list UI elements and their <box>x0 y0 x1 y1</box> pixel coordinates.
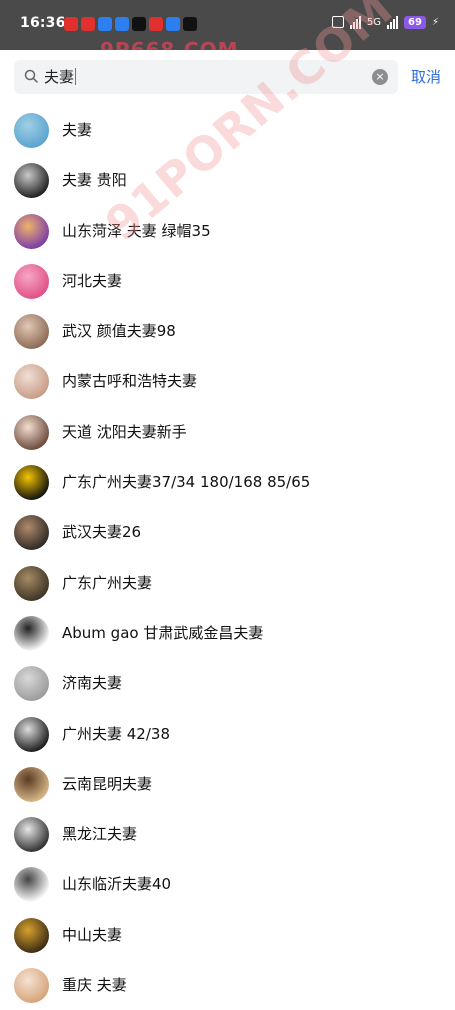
avatar <box>14 565 49 601</box>
contact-name: 云南昆明夫妻 <box>62 774 153 793</box>
contact-name: 广州夫妻 42/38 <box>62 724 170 743</box>
list-item[interactable]: 内蒙古呼和浩特夫妻 <box>0 356 455 406</box>
list-item[interactable]: 济南夫妻 <box>0 658 455 708</box>
search-results-list: 夫妻夫妻 贵阳山东菏泽 夫妻 绿帽35 河北夫妻武汉 颜值夫妻98 内蒙古呼和浩特夫… <box>0 105 455 1010</box>
avatar <box>14 766 49 802</box>
search-field[interactable]: 夫妻 × <box>14 60 398 94</box>
avatar <box>14 968 49 1004</box>
status-indicators: 5G 69 ⚡ <box>331 15 439 29</box>
contact-name: 夫妻 <box>62 121 93 139</box>
contact-name: 河北夫妻 <box>62 271 123 290</box>
contact-name: 山东菏泽 夫妻 绿帽35 <box>62 221 211 240</box>
contact-name: 武汉夫妻26 <box>62 523 142 542</box>
search-bar: 夫妻 × 取消 <box>0 50 455 105</box>
list-item[interactable]: 山东菏泽 夫妻 绿帽35 <box>0 206 455 256</box>
avatar <box>14 716 49 752</box>
list-item[interactable]: Abum gao 甘肃武威金昌夫妻 <box>0 608 455 658</box>
status-time: 16:36 <box>20 15 66 31</box>
avatar <box>14 113 49 148</box>
nfc-icon <box>331 16 344 28</box>
signal-icon <box>349 15 361 29</box>
cloud-app-icon <box>115 17 129 31</box>
charging-icon: ⚡ <box>431 16 439 28</box>
avatar <box>14 414 49 450</box>
list-item[interactable]: 山东临沂夫妻40 <box>0 859 455 909</box>
contact-name: 夫妻 贵阳 <box>62 171 127 190</box>
contact-name: 广东广州夫妻37/34 180/168 85/65 <box>62 473 311 492</box>
contact-name: 重庆 夫妻 <box>62 976 127 995</box>
avatar <box>14 465 49 501</box>
search-input[interactable]: 夫妻 <box>44 60 76 94</box>
contact-name: 中山夫妻 <box>62 925 123 944</box>
tiktok-icon <box>132 17 146 31</box>
signal-icon-2 <box>387 15 399 29</box>
list-item[interactable]: 广州夫妻 42/38 <box>0 709 455 759</box>
contact-name: 天道 沈阳夫妻新手 <box>62 422 187 441</box>
info-app-icon <box>166 17 180 31</box>
tiktok-icon-2 <box>183 17 197 31</box>
avatar <box>14 515 49 551</box>
list-item[interactable]: 黑龙江夫妻 <box>0 809 455 859</box>
battery-level: 69 <box>404 15 426 29</box>
contact-name: 内蒙古呼和浩特夫妻 <box>62 372 198 391</box>
browser-app-icon <box>98 17 112 31</box>
avatar <box>14 817 49 853</box>
avatar <box>14 917 49 953</box>
contact-name: 广东广州夫妻 <box>62 573 153 592</box>
shopping-app-icon <box>149 17 163 31</box>
list-item[interactable]: 中山夫妻 <box>0 910 455 960</box>
search-icon <box>24 69 38 83</box>
avatar <box>14 163 49 199</box>
avatar <box>14 213 49 249</box>
contact-name: 山东临沂夫妻40 <box>62 875 172 894</box>
avatar <box>14 364 49 400</box>
list-item[interactable]: 广东广州夫妻 <box>0 558 455 608</box>
cancel-button[interactable]: 取消 <box>411 60 441 94</box>
list-item[interactable]: 夫妻 贵阳 <box>0 155 455 205</box>
list-item[interactable]: 重庆 夫妻 <box>0 960 455 1010</box>
status-bar: 16:36 5G 69 ⚡ <box>0 0 455 50</box>
news-app-icon <box>81 17 95 31</box>
network-label: 5G <box>366 16 382 28</box>
contact-name: Abum gao 甘肃武威金昌夫妻 <box>62 623 264 642</box>
contact-name: 黑龙江夫妻 <box>62 825 138 844</box>
clear-icon[interactable]: × <box>372 69 388 85</box>
avatar <box>14 666 49 702</box>
list-item[interactable]: 天道 沈阳夫妻新手 <box>0 407 455 457</box>
list-item[interactable]: 武汉 颜值夫妻98 <box>0 306 455 356</box>
avatar <box>14 263 49 299</box>
avatar <box>14 615 49 651</box>
notification-icons <box>64 17 197 31</box>
list-item[interactable]: 广东广州夫妻37/34 180/168 85/65 <box>0 457 455 507</box>
contact-name: 济南夫妻 <box>62 674 123 693</box>
list-item[interactable]: 河北夫妻 <box>0 256 455 306</box>
list-item[interactable]: 云南昆明夫妻 <box>0 759 455 809</box>
contact-name: 武汉 颜值夫妻98 <box>62 322 176 341</box>
video-app-icon <box>64 17 78 31</box>
list-item[interactable]: 武汉夫妻26 <box>0 507 455 557</box>
list-item[interactable]: 夫妻 <box>0 105 455 155</box>
avatar <box>14 867 49 903</box>
avatar <box>14 314 49 350</box>
